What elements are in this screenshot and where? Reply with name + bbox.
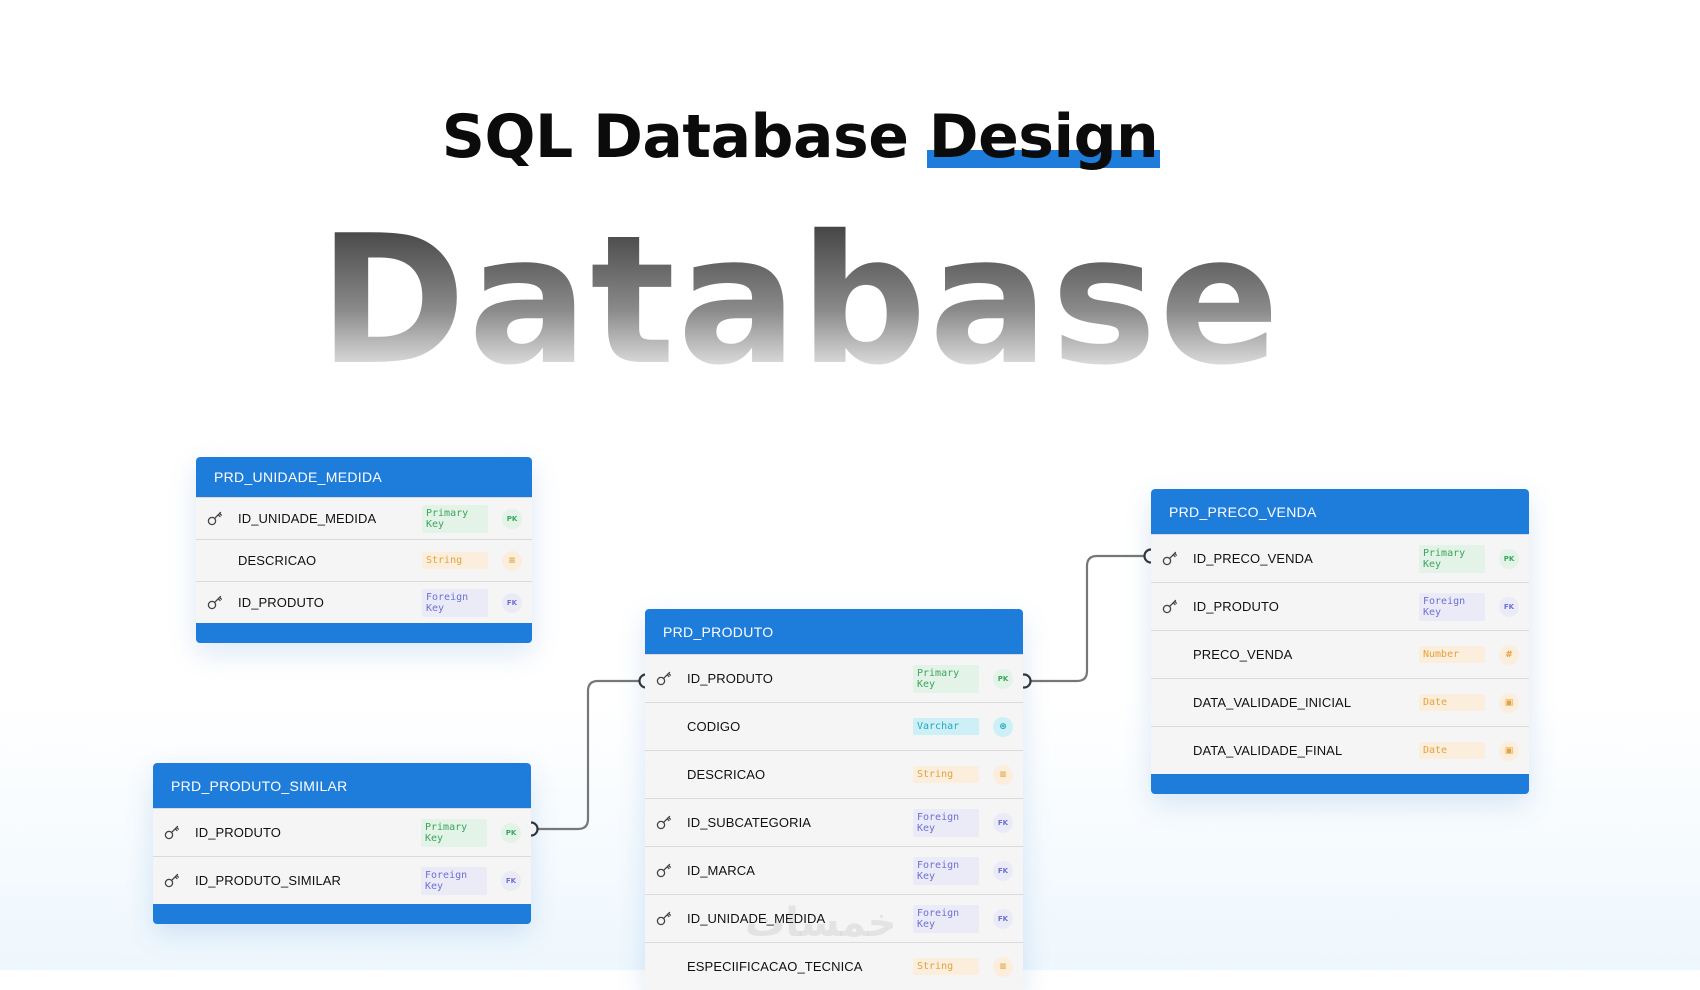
field-name: ID_UNIDADE_MEDIDA bbox=[238, 511, 377, 526]
table-row[interactable]: ID_PRODUTO Foreign Key FK bbox=[1151, 582, 1529, 630]
key-icon bbox=[163, 825, 181, 841]
pk-badge-icon: PK bbox=[502, 508, 522, 529]
table-row[interactable]: DESCRICAO String ≡ bbox=[645, 750, 1023, 798]
pk-badge-icon: PK bbox=[501, 822, 521, 843]
fk-badge-icon: FK bbox=[501, 870, 521, 891]
table-header[interactable]: PRD_PRECO_VENDA bbox=[1151, 489, 1529, 534]
field-type-badge: Primary Key bbox=[422, 504, 488, 533]
date-icon: ▣ bbox=[1499, 740, 1519, 761]
row-spacer bbox=[655, 719, 673, 735]
fk-badge-icon: FK bbox=[1499, 596, 1519, 617]
field-name: ID_PRODUTO bbox=[195, 825, 281, 840]
field-name: ID_PRODUTO bbox=[1193, 599, 1279, 614]
row-spacer bbox=[655, 767, 673, 783]
key-icon bbox=[1161, 599, 1179, 615]
field-type-badge: String bbox=[422, 552, 488, 569]
field-name: ID_SUBCATEGORIA bbox=[687, 815, 812, 830]
field-name: ID_PRECO_VENDA bbox=[1193, 551, 1313, 566]
table-header[interactable]: PRD_PRODUTO bbox=[645, 609, 1023, 654]
field-name: DESCRICAO bbox=[238, 553, 317, 568]
field-type-badge: Foreign Key bbox=[422, 588, 488, 617]
key-icon bbox=[1161, 551, 1179, 567]
number-icon: # bbox=[1499, 644, 1519, 665]
table-row[interactable]: ID_PRODUTO Primary Key PK bbox=[645, 654, 1023, 702]
field-name: ID_MARCA bbox=[687, 863, 755, 878]
row-spacer bbox=[655, 959, 673, 975]
table-prd-preco-venda[interactable]: PRD_PRECO_VENDA ID_PRECO_VENDA Primary Key… bbox=[1151, 489, 1529, 794]
table-prd-unidade-medida[interactable]: PRD_UNIDADE_MEDIDA ID_UNIDADE_MEDIDA Prima… bbox=[196, 457, 532, 643]
table-row[interactable]: PRECO_VENDA Number # bbox=[1151, 630, 1529, 678]
table-row[interactable]: ID_MARCA Foreign Key FK bbox=[645, 846, 1023, 894]
field-type-badge: Date bbox=[1419, 742, 1485, 759]
table-row[interactable]: ID_PRODUTO_SIMILAR Foreign Key FK bbox=[153, 856, 531, 904]
field-type-badge: Date bbox=[1419, 694, 1485, 711]
field-name: PRECO_VENDA bbox=[1193, 647, 1293, 662]
pk-badge-icon: PK bbox=[1499, 548, 1519, 569]
key-icon bbox=[655, 863, 673, 879]
table-row[interactable]: DATA_VALIDADE_FINAL Date ▣ bbox=[1151, 726, 1529, 774]
varchar-icon: ⊛ bbox=[993, 716, 1013, 737]
table-row[interactable]: ID_PRODUTO Foreign Key FK bbox=[196, 581, 532, 623]
field-type-badge: Foreign Key bbox=[913, 904, 979, 933]
key-icon bbox=[655, 671, 673, 687]
fk-badge-icon: FK bbox=[993, 860, 1013, 881]
table-header[interactable]: PRD_UNIDADE_MEDIDA bbox=[196, 457, 532, 497]
key-icon bbox=[206, 595, 224, 611]
table-row[interactable]: ID_PRODUTO Primary Key PK bbox=[153, 808, 531, 856]
field-type-badge: String bbox=[913, 958, 979, 975]
row-spacer bbox=[1161, 743, 1179, 759]
field-name: ID_PRODUTO bbox=[238, 595, 324, 610]
field-name: DATA_VALIDADE_FINAL bbox=[1193, 743, 1343, 758]
table-header[interactable]: PRD_PRODUTO_SIMILAR bbox=[153, 763, 531, 808]
field-name: CODIGO bbox=[687, 719, 741, 734]
table-prd-produto-similar[interactable]: PRD_PRODUTO_SIMILAR ID_PRODUTO Primary Key… bbox=[153, 763, 531, 924]
string-icon: ≡ bbox=[502, 550, 522, 571]
key-icon bbox=[163, 873, 181, 889]
field-name: DATA_VALIDADE_INICIAL bbox=[1193, 695, 1352, 710]
watermark: خمسات bbox=[745, 900, 897, 946]
table-row[interactable]: ID_UNIDADE_MEDIDA Primary Key PK bbox=[196, 497, 532, 539]
table-row[interactable]: ESPECIIFICACAO_TECNICA String ≡ bbox=[645, 942, 1023, 990]
field-type-badge: Number bbox=[1419, 646, 1485, 663]
fk-badge-icon: FK bbox=[993, 908, 1013, 929]
row-spacer bbox=[1161, 647, 1179, 663]
string-icon: ≡ bbox=[993, 956, 1013, 977]
fk-badge-icon: FK bbox=[993, 812, 1013, 833]
title-highlight: Design bbox=[926, 102, 1161, 172]
date-icon: ▣ bbox=[1499, 692, 1519, 713]
field-type-badge: Primary Key bbox=[1419, 544, 1485, 573]
row-spacer bbox=[1161, 695, 1179, 711]
field-name: ID_PRODUTO bbox=[687, 671, 773, 686]
key-icon bbox=[655, 815, 673, 831]
field-type-badge: Primary Key bbox=[913, 664, 979, 693]
field-type-badge: Foreign Key bbox=[421, 866, 487, 895]
field-type-badge: Foreign Key bbox=[1419, 592, 1485, 621]
key-icon bbox=[206, 511, 224, 527]
pk-badge-icon: PK bbox=[993, 668, 1013, 689]
table-row[interactable]: DATA_VALIDADE_INICIAL Date ▣ bbox=[1151, 678, 1529, 726]
string-icon: ≡ bbox=[993, 764, 1013, 785]
field-name: ESPECIIFICACAO_TECNICA bbox=[687, 959, 863, 974]
field-type-badge: Varchar bbox=[913, 718, 979, 735]
field-type-badge: String bbox=[913, 766, 979, 783]
table-row[interactable]: ID_PRECO_VENDA Primary Key PK bbox=[1151, 534, 1529, 582]
field-name: DESCRICAO bbox=[687, 767, 766, 782]
field-type-badge: Foreign Key bbox=[913, 808, 979, 837]
field-type-badge: Foreign Key bbox=[913, 856, 979, 885]
row-spacer bbox=[206, 553, 224, 569]
table-row[interactable]: DESCRICAO String ≡ bbox=[196, 539, 532, 581]
table-row[interactable]: ID_SUBCATEGORIA Foreign Key FK bbox=[645, 798, 1023, 846]
field-type-badge: Primary Key bbox=[421, 818, 487, 847]
key-icon bbox=[655, 911, 673, 927]
table-row[interactable]: CODIGO Varchar ⊛ bbox=[645, 702, 1023, 750]
fk-badge-icon: FK bbox=[502, 592, 522, 613]
field-name: ID_PRODUTO_SIMILAR bbox=[195, 873, 342, 888]
